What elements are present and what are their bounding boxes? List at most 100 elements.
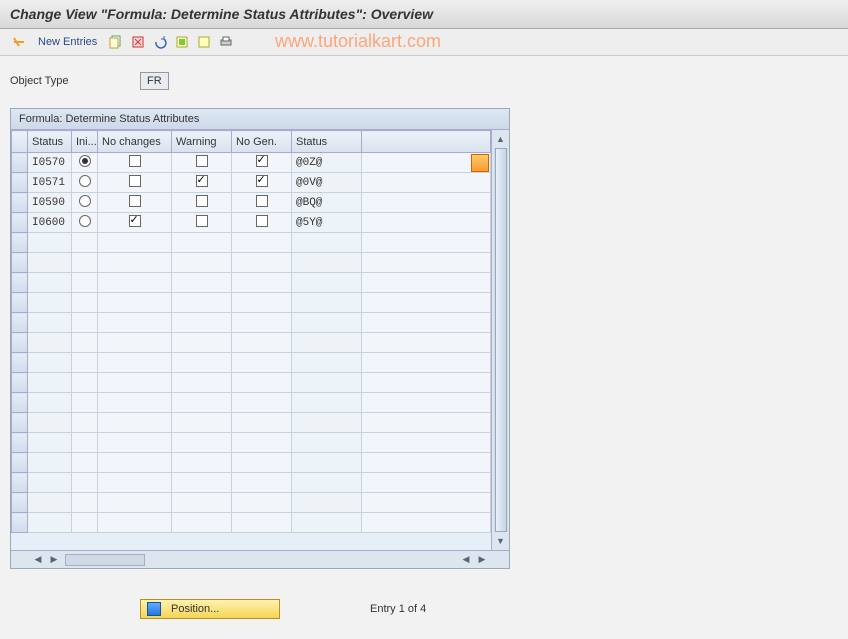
cell-status[interactable] <box>28 433 72 453</box>
cell-nochanges[interactable] <box>98 473 172 493</box>
scroll-up-icon[interactable]: ▲ <box>494 132 508 146</box>
cell-nogen[interactable] <box>232 453 292 473</box>
cell-status[interactable] <box>28 233 72 253</box>
cell-warning[interactable] <box>172 173 232 193</box>
scroll-right2-icon[interactable]: ▶ <box>475 553 489 567</box>
cell-status2[interactable]: @0Z@ <box>292 153 362 173</box>
cell-status[interactable]: I0590 <box>28 193 72 213</box>
cell-nochanges[interactable] <box>98 313 172 333</box>
cell-warning[interactable] <box>172 333 232 353</box>
cell-nogen[interactable] <box>232 233 292 253</box>
row-selector[interactable] <box>12 373 28 393</box>
hscroll-track[interactable] <box>65 554 145 566</box>
row-selector[interactable] <box>12 453 28 473</box>
warning-checkbox[interactable] <box>196 195 208 207</box>
row-selector[interactable] <box>12 153 28 173</box>
cell-ini[interactable] <box>72 293 98 313</box>
cell-nogen[interactable] <box>232 513 292 533</box>
cell-warning[interactable] <box>172 293 232 313</box>
cell-ini[interactable] <box>72 173 98 193</box>
nochanges-checkbox[interactable] <box>129 155 141 167</box>
cell-status[interactable] <box>28 493 72 513</box>
cell-nogen[interactable] <box>232 333 292 353</box>
cell-nogen[interactable] <box>232 373 292 393</box>
cell-nochanges[interactable] <box>98 353 172 373</box>
cell-status2[interactable]: @0V@ <box>292 173 362 193</box>
cell-nochanges[interactable] <box>98 153 172 173</box>
row-selector[interactable] <box>12 213 28 233</box>
table-row[interactable] <box>12 293 491 313</box>
cell-status2[interactable] <box>292 313 362 333</box>
cell-warning[interactable] <box>172 313 232 333</box>
scroll-down-icon[interactable]: ▼ <box>494 534 508 548</box>
table-row[interactable] <box>12 473 491 493</box>
row-selector[interactable] <box>12 333 28 353</box>
ini-radio[interactable] <box>79 215 91 227</box>
copy-icon[interactable] <box>107 33 125 51</box>
cell-ini[interactable] <box>72 413 98 433</box>
cell-nogen[interactable] <box>232 393 292 413</box>
cell-ini[interactable] <box>72 333 98 353</box>
cell-status[interactable] <box>28 333 72 353</box>
delete-icon[interactable] <box>129 33 147 51</box>
cell-ini[interactable] <box>72 273 98 293</box>
cell-status[interactable] <box>28 473 72 493</box>
row-selector[interactable] <box>12 513 28 533</box>
cell-nochanges[interactable] <box>98 373 172 393</box>
cell-status[interactable] <box>28 453 72 473</box>
row-selector[interactable] <box>12 433 28 453</box>
cell-warning[interactable] <box>172 233 232 253</box>
cell-nochanges[interactable] <box>98 233 172 253</box>
row-selector[interactable] <box>12 413 28 433</box>
row-selector[interactable] <box>12 273 28 293</box>
cell-status[interactable] <box>28 413 72 433</box>
print-icon[interactable] <box>217 33 235 51</box>
cell-status2[interactable] <box>292 293 362 313</box>
cell-nogen[interactable] <box>232 353 292 373</box>
select-all-icon[interactable] <box>173 33 191 51</box>
table-row[interactable]: I0571 @0V@ <box>12 173 491 193</box>
cell-status2[interactable]: @BQ@ <box>292 193 362 213</box>
cell-warning[interactable] <box>172 273 232 293</box>
cell-nochanges[interactable] <box>98 513 172 533</box>
row-selector[interactable] <box>12 233 28 253</box>
table-row[interactable] <box>12 513 491 533</box>
row-selector[interactable] <box>12 353 28 373</box>
table-row[interactable] <box>12 353 491 373</box>
cell-status[interactable] <box>28 513 72 533</box>
cell-nogen[interactable] <box>232 293 292 313</box>
cell-warning[interactable] <box>172 433 232 453</box>
cell-status2[interactable] <box>292 273 362 293</box>
cell-status[interactable]: I0571 <box>28 173 72 193</box>
table-row[interactable]: I0600@5Y@ <box>12 213 491 233</box>
cell-nogen[interactable] <box>232 253 292 273</box>
undo-icon[interactable] <box>151 33 169 51</box>
cell-ini[interactable] <box>72 213 98 233</box>
cell-status2[interactable]: @5Y@ <box>292 213 362 233</box>
cell-nogen[interactable] <box>232 173 292 193</box>
cell-status[interactable] <box>28 313 72 333</box>
cell-warning[interactable] <box>172 393 232 413</box>
cell-nogen[interactable] <box>232 413 292 433</box>
cell-nochanges[interactable] <box>98 193 172 213</box>
row-selector[interactable] <box>12 193 28 213</box>
warning-checkbox[interactable] <box>196 175 208 187</box>
cell-ini[interactable] <box>72 513 98 533</box>
cell-nochanges[interactable] <box>98 273 172 293</box>
table-row[interactable] <box>12 253 491 273</box>
cell-nogen[interactable] <box>232 213 292 233</box>
new-entries-button[interactable]: New Entries <box>38 36 97 48</box>
warning-checkbox[interactable] <box>196 155 208 167</box>
col-ini[interactable]: Ini... <box>72 131 98 153</box>
cell-nochanges[interactable] <box>98 453 172 473</box>
warning-checkbox[interactable] <box>196 215 208 227</box>
cell-nogen[interactable] <box>232 273 292 293</box>
cell-status[interactable] <box>28 293 72 313</box>
object-type-value[interactable]: FR <box>140 72 169 90</box>
table-settings-icon[interactable] <box>471 154 489 172</box>
table-row[interactable]: I0570@0Z@ <box>12 153 491 173</box>
cell-status[interactable] <box>28 373 72 393</box>
row-selector[interactable] <box>12 493 28 513</box>
cell-status2[interactable] <box>292 433 362 453</box>
cell-status2[interactable] <box>292 473 362 493</box>
